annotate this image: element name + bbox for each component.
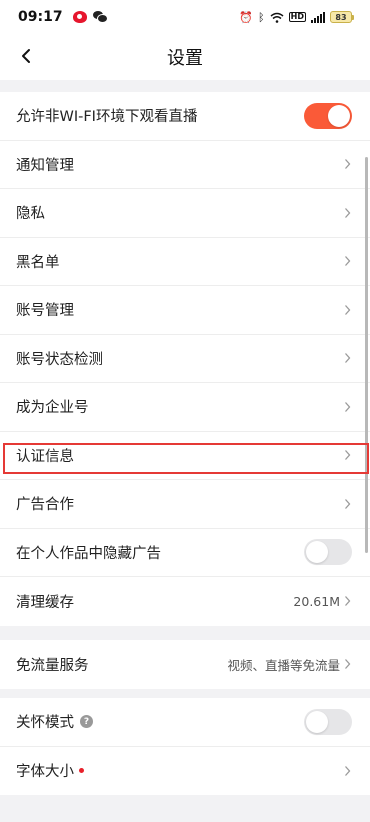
- row-label: 通知管理: [16, 157, 74, 174]
- care-mode-toggle[interactable]: [304, 708, 352, 735]
- notification-icons: [72, 11, 108, 23]
- row-label: 成为企业号: [16, 400, 89, 417]
- wifi-live-toggle[interactable]: [304, 102, 352, 129]
- chevron-right-icon: [345, 450, 351, 461]
- row-font-size[interactable]: 字体大小: [0, 747, 370, 796]
- wechat-icon: [92, 11, 108, 23]
- alarm-icon: ⏰: [239, 10, 254, 24]
- chevron-right-icon: [345, 659, 351, 670]
- row-enterprise[interactable]: 成为企业号: [0, 383, 370, 432]
- row-label: 关怀模式: [16, 715, 74, 732]
- row-label: 清理缓存: [16, 594, 74, 611]
- row-care-mode: 关怀模式 ?: [0, 698, 370, 747]
- scrollbar[interactable]: [365, 157, 368, 553]
- chevron-right-icon: [345, 159, 351, 170]
- nav-header: 设置: [0, 34, 370, 80]
- row-label: 黑名单: [16, 254, 60, 271]
- row-ads[interactable]: 广告合作: [0, 480, 370, 529]
- system-icons: ⏰ ᛒ HD 83: [239, 11, 354, 23]
- row-label: 隐私: [16, 206, 45, 223]
- page-title: 设置: [167, 48, 203, 69]
- chevron-right-icon: [345, 596, 351, 607]
- row-label: 账号管理: [16, 303, 74, 320]
- settings-group-main: 允许非WI-FI环境下观看直播 通知管理 隐私 黑名单 账号管理 账号状态检测: [0, 92, 370, 626]
- row-hide-ads: 在个人作品中隐藏广告: [0, 529, 370, 577]
- row-blacklist[interactable]: 黑名单: [0, 238, 370, 286]
- row-label: 免流量服务: [16, 657, 89, 674]
- hd-icon: HD: [288, 12, 306, 22]
- settings-group-accessibility: 关怀模式 ? 字体大小: [0, 698, 370, 795]
- chevron-right-icon: [345, 304, 351, 315]
- cache-size: 20.61M: [293, 593, 340, 609]
- row-account-check[interactable]: 账号状态检测: [0, 335, 370, 383]
- status-bar: 09:17 ⏰ ᛒ HD 83: [0, 0, 370, 34]
- row-label: 字体大小: [16, 764, 74, 781]
- bluetooth-icon: ᛒ: [258, 10, 265, 24]
- weibo-icon: [72, 11, 87, 23]
- row-notify[interactable]: 通知管理: [0, 141, 370, 189]
- help-icon[interactable]: ?: [80, 715, 93, 729]
- row-label: 认证信息: [16, 448, 74, 465]
- hide-ads-toggle[interactable]: [304, 539, 352, 566]
- wifi-icon: [270, 12, 284, 23]
- row-verify[interactable]: 认证信息: [0, 432, 370, 480]
- chevron-right-icon: [345, 498, 351, 509]
- battery-level: 83: [330, 11, 352, 23]
- row-cache[interactable]: 清理缓存 20.61M: [0, 577, 370, 626]
- chevron-right-icon: [345, 401, 351, 412]
- signal-icon: [311, 11, 325, 23]
- row-wifi-live: 允许非WI-FI环境下观看直播: [0, 92, 370, 141]
- status-time: 09:17: [18, 9, 63, 25]
- chevron-right-icon: [345, 765, 351, 776]
- chevron-right-icon: [345, 207, 351, 218]
- row-label: 允许非WI-FI环境下观看直播: [16, 109, 198, 126]
- chevron-right-icon: [345, 353, 351, 364]
- chevron-right-icon: [345, 256, 351, 267]
- row-account[interactable]: 账号管理: [0, 286, 370, 335]
- settings-group-data: 免流量服务 视频、直播等免流量: [0, 640, 370, 689]
- chevron-left-icon: [22, 49, 30, 63]
- new-badge-dot: [79, 768, 84, 774]
- row-label: 广告合作: [16, 497, 74, 514]
- row-free-data[interactable]: 免流量服务 视频、直播等免流量: [0, 640, 370, 689]
- row-label: 在个人作品中隐藏广告: [16, 545, 161, 562]
- row-privacy[interactable]: 隐私: [0, 189, 370, 238]
- row-label: 账号状态检测: [16, 351, 103, 368]
- back-button[interactable]: [14, 44, 38, 68]
- battery-icon: 83: [330, 11, 354, 23]
- free-data-value: 视频、直播等免流量: [227, 657, 340, 673]
